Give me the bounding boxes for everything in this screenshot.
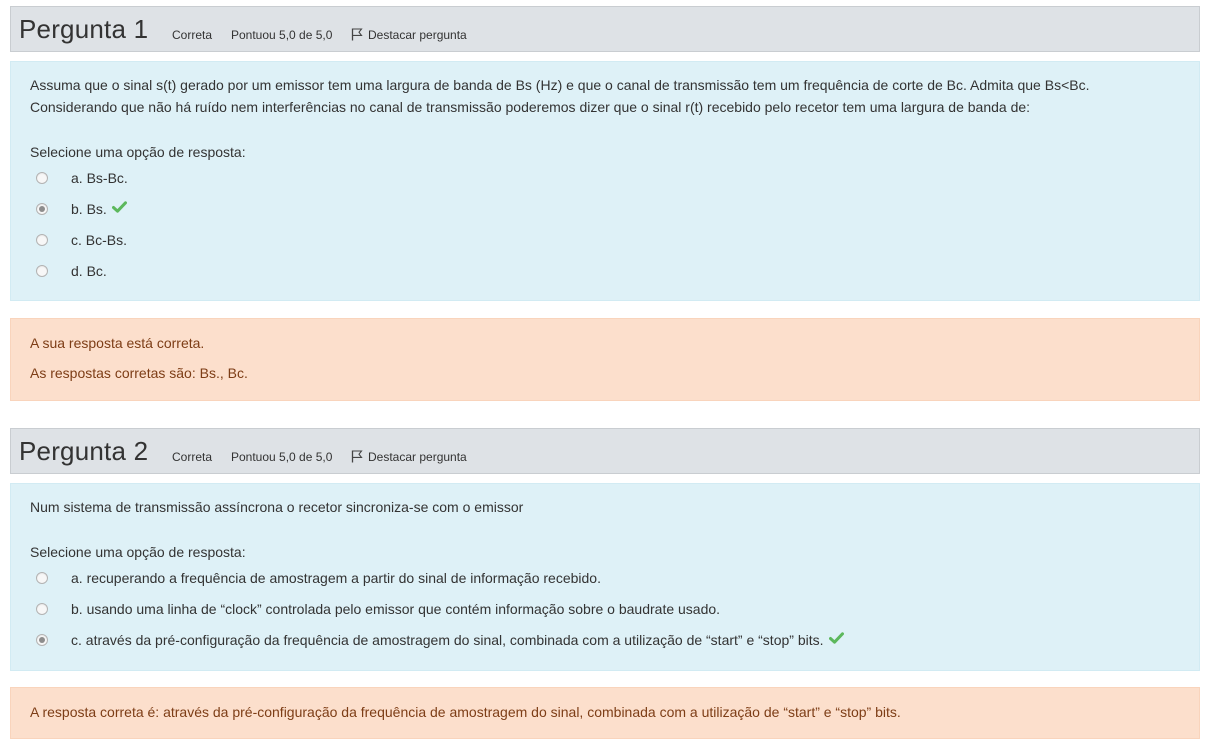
correct-answers-text: As respostas corretas são: Bs., Bc.	[30, 365, 248, 381]
question-2-title: Pergunta 2	[19, 436, 148, 467]
question-2-feedback: A resposta correta é: através da pré-con…	[10, 687, 1200, 739]
question-1-content: Assuma que o sinal s(t) gerado por um em…	[10, 61, 1200, 301]
radio-button[interactable]	[36, 603, 48, 615]
answer-option-label: b. Bs.	[71, 201, 107, 217]
answer-option[interactable]: a. recuperando a frequência de amostrage…	[36, 567, 601, 589]
flag-icon	[351, 28, 363, 44]
question-2-status: Correta	[172, 450, 213, 464]
question-1-score: Pontuou 5,0 de 5,0	[231, 28, 333, 42]
question-text-line: Considerando que não há ruído nem interf…	[30, 99, 1031, 115]
radio-button[interactable]	[36, 234, 48, 246]
radio-button[interactable]	[36, 265, 48, 277]
question-1-header: Pergunta 1 Correta Pontuou 5,0 de 5,0 De…	[10, 6, 1200, 52]
question-2-content: Num sistema de transmissão assíncrona o …	[10, 483, 1200, 671]
radio-button[interactable]	[36, 572, 48, 584]
question-number: 2	[133, 436, 149, 466]
answer-option[interactable]: b. usando uma linha de “clock” controlad…	[36, 598, 720, 620]
answer-option-label: c. através da pré-configuração da frequê…	[71, 632, 824, 648]
answer-prompt: Selecione uma opção de resposta:	[30, 144, 246, 160]
radio-button-selected[interactable]	[36, 203, 48, 215]
question-title-word: Pergunta	[19, 14, 127, 44]
question-1-feedback: A sua resposta está correta. As resposta…	[10, 318, 1200, 401]
check-icon	[111, 200, 127, 218]
radio-button[interactable]	[36, 172, 48, 184]
answer-prompt: Selecione uma opção de resposta:	[30, 544, 246, 560]
answer-option-label: c. Bc-Bs.	[71, 232, 128, 248]
answer-option-label: a. Bs-Bc.	[71, 170, 128, 186]
question-2-flag-button[interactable]: Destacar pergunta	[351, 450, 467, 466]
question-number: 1	[133, 14, 149, 44]
radio-button-selected[interactable]	[36, 634, 48, 646]
question-text-line: Assuma que o sinal s(t) gerado por um em…	[30, 77, 1090, 93]
flag-label: Destacar pergunta	[368, 28, 467, 42]
answer-option[interactable]: a. Bs-Bc.	[36, 167, 128, 189]
question-1-status: Correta	[172, 28, 213, 42]
flag-label: Destacar pergunta	[368, 450, 467, 464]
answer-option-label: b. usando uma linha de “clock” controlad…	[71, 601, 721, 617]
question-2-text: Num sistema de transmissão assíncrona o …	[30, 496, 523, 518]
flag-icon	[351, 450, 363, 466]
answer-option[interactable]: c. através da pré-configuração da frequê…	[36, 629, 844, 651]
question-text-line: Num sistema de transmissão assíncrona o …	[30, 499, 524, 515]
check-icon	[828, 631, 844, 649]
answer-option[interactable]: c. Bc-Bs.	[36, 229, 127, 251]
answer-option-label: d. Bc.	[71, 263, 107, 279]
question-1-text: Assuma que o sinal s(t) gerado por um em…	[30, 74, 1089, 118]
correct-answer-text: A resposta correta é: através da pré-con…	[30, 704, 901, 720]
question-1-title: Pergunta 1	[19, 14, 148, 45]
question-2-score: Pontuou 5,0 de 5,0	[231, 450, 333, 464]
question-2-header: Pergunta 2 Correta Pontuou 5,0 de 5,0 De…	[10, 428, 1200, 474]
feedback-text: A sua resposta está correta.	[30, 335, 205, 351]
question-1-flag-button[interactable]: Destacar pergunta	[351, 28, 467, 44]
answer-option-label: a. recuperando a frequência de amostrage…	[71, 570, 601, 586]
answer-option[interactable]: d. Bc.	[36, 260, 107, 282]
answer-option[interactable]: b. Bs.	[36, 198, 127, 220]
question-title-word: Pergunta	[19, 436, 127, 466]
